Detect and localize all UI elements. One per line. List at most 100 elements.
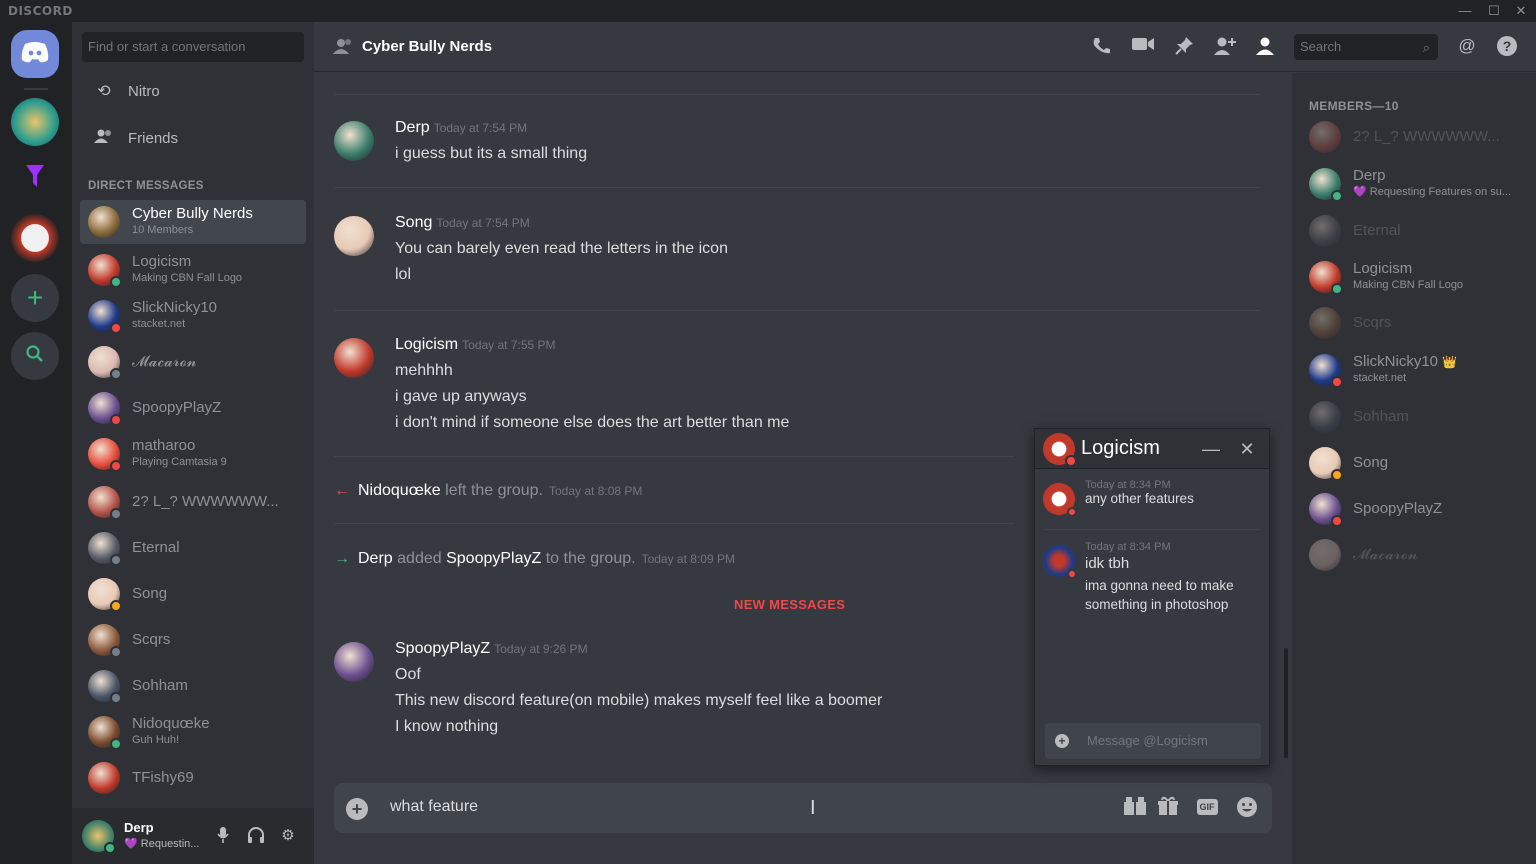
message-text: Oof [395, 666, 421, 683]
member-item[interactable]: SpoopyPlayZ [1309, 487, 1529, 531]
author-avatar[interactable] [334, 642, 374, 682]
upload-plus-icon[interactable]: + [346, 798, 368, 820]
add-member-icon[interactable] [1213, 36, 1237, 58]
member-item[interactable]: SlickNicky10 👑 stacket.net [1309, 348, 1529, 392]
user-avatar[interactable] [82, 820, 116, 854]
dm-item[interactable]: Cyber Bully Nerds 10 Members [80, 200, 306, 244]
find-conversation-input[interactable]: Find or start a conversation [82, 32, 304, 62]
dm-item[interactable]: Logicism Making CBN Fall Logo [80, 248, 306, 292]
server-icon-2[interactable] [11, 154, 59, 202]
member-item[interactable]: 𝓜𝓪𝓬𝓪𝓻𝓸𝓷 [1309, 533, 1529, 577]
member-avatar [1309, 261, 1343, 295]
member-name: Sohham [1353, 408, 1409, 425]
dm-item[interactable]: Eternal [80, 526, 306, 570]
close-button[interactable]: ✕ [1510, 2, 1532, 20]
close-popup-icon[interactable]: ✕ [1237, 439, 1257, 459]
dm-name: SpoopyPlayZ [132, 400, 222, 416]
author-avatar[interactable] [334, 121, 374, 161]
pin-icon[interactable] [1172, 36, 1196, 58]
minimize-button[interactable]: — [1454, 2, 1476, 20]
emoji-icon[interactable] [1234, 796, 1260, 820]
popup-avatar[interactable] [1043, 433, 1077, 467]
member-activity: 💜 Requesting Features on su... [1353, 186, 1512, 198]
message-timestamp: Today at 7:54 PM [436, 216, 530, 230]
member-item[interactable]: Logicism Making CBN Fall Logo [1309, 255, 1529, 299]
dm-name: Nidoquœke [132, 716, 210, 732]
gift-icon[interactable] [1155, 796, 1181, 820]
dm-avatar [88, 486, 122, 520]
nitro-icon: ⟲ [97, 83, 111, 100]
popup-message-input[interactable]: + Message @Logicism [1045, 723, 1261, 759]
server-icon-3[interactable] [11, 214, 59, 262]
mention-icon[interactable]: @ [1455, 36, 1479, 58]
status-dot [1065, 455, 1077, 467]
dm-name: 𝓜𝓪𝓬𝓪𝓻𝓸𝓷 [132, 354, 197, 370]
system-message-added: → Derp added SpoopyPlayZ to the group. Tod… [334, 550, 735, 567]
message-text: This new discord feature(on mobile) make… [395, 692, 883, 709]
dm-item[interactable]: Sohham [80, 664, 306, 708]
dm-item[interactable]: Scqrs [80, 618, 306, 662]
dm-item[interactable]: SlickNicky10 stacket.net [80, 294, 306, 338]
status-dot [110, 414, 122, 426]
chat-scrollbar[interactable] [1284, 648, 1288, 758]
system-actor[interactable]: Nidoquœke [358, 482, 441, 499]
dm-item[interactable]: matharoo Playing Camtasia 9 [80, 432, 306, 476]
dm-item[interactable]: Song [80, 572, 306, 616]
member-activity: stacket.net [1353, 372, 1407, 384]
video-icon[interactable] [1131, 36, 1155, 58]
dm-item[interactable]: TFishy69 [80, 756, 306, 800]
author-name[interactable]: SpoopyPlayZ [395, 640, 490, 657]
author-name[interactable]: Derp [395, 119, 430, 136]
popup-title: Logicism [1081, 437, 1160, 459]
app-brand: DISCORD [8, 4, 73, 18]
author-avatar[interactable] [334, 338, 374, 378]
microphone-icon[interactable] [213, 826, 233, 846]
nav-nitro[interactable]: ⟲ Nitro [80, 70, 306, 112]
explore-servers-button[interactable] [11, 332, 59, 380]
members-header: MEMBERS—10 [1309, 99, 1399, 113]
add-server-button[interactable]: + [11, 274, 59, 322]
message-composer[interactable]: + what feature I GIF [334, 783, 1272, 833]
dm-item[interactable]: 𝓜𝓪𝓬𝓪𝓻𝓸𝓷 [80, 340, 306, 384]
settings-icon[interactable]: ⚙ [278, 826, 298, 846]
member-item[interactable]: 2? L_? WWWWWW... [1309, 115, 1529, 159]
gif-icon[interactable]: GIF [1194, 796, 1220, 820]
dm-name: Logicism [132, 254, 192, 270]
help-icon[interactable]: ? [1495, 36, 1519, 58]
member-item[interactable]: Sohham [1309, 395, 1529, 439]
maximize-button[interactable]: ☐ [1483, 2, 1505, 20]
dm-item[interactable]: Nidoquœke Guh Huh! [80, 710, 306, 754]
dm-subtext: stacket.net [132, 318, 186, 330]
author-name[interactable]: Logicism [395, 336, 458, 353]
member-item[interactable]: Eternal [1309, 209, 1529, 253]
nav-friends[interactable]: Friends [80, 117, 306, 159]
popup-message-avatar[interactable] [1043, 483, 1077, 517]
home-button[interactable] [11, 30, 59, 78]
header-search-input[interactable]: Search ⌕ [1294, 34, 1438, 60]
member-item[interactable]: Derp 💜 Requesting Features on su... [1309, 162, 1529, 206]
headphones-icon[interactable] [246, 826, 266, 846]
member-item[interactable]: Song [1309, 441, 1529, 485]
dm-item[interactable]: 2? L_? WWWWWW... [80, 480, 306, 524]
members-icon[interactable] [1253, 36, 1277, 58]
member-avatar [1309, 215, 1341, 247]
member-item[interactable]: Scqrs [1309, 301, 1529, 345]
upload-plus-icon[interactable]: + [1055, 734, 1069, 748]
call-icon[interactable] [1090, 36, 1114, 58]
member-avatar [1309, 493, 1343, 527]
system-actor[interactable]: Derp [358, 550, 393, 567]
server-icon-1[interactable] [11, 98, 59, 146]
author-name[interactable]: Song [395, 214, 432, 231]
popup-message-avatar[interactable] [1043, 545, 1077, 579]
minimize-popup-icon[interactable]: — [1201, 439, 1221, 459]
dm-item[interactable]: SpoopyPlayZ [80, 386, 306, 430]
dm-avatar [88, 532, 122, 566]
message-input[interactable]: what feature [390, 798, 478, 816]
system-target[interactable]: SpoopyPlayZ [446, 550, 541, 567]
author-avatar[interactable] [334, 216, 374, 256]
gift-card-icon[interactable] [1122, 796, 1148, 820]
crown-icon: 👑 [1442, 355, 1457, 369]
status-dot [110, 508, 122, 520]
direct-messages-header: DIRECT MESSAGES [88, 180, 204, 192]
popup-message-timestamp: Today at 8:34 PM [1085, 541, 1171, 553]
